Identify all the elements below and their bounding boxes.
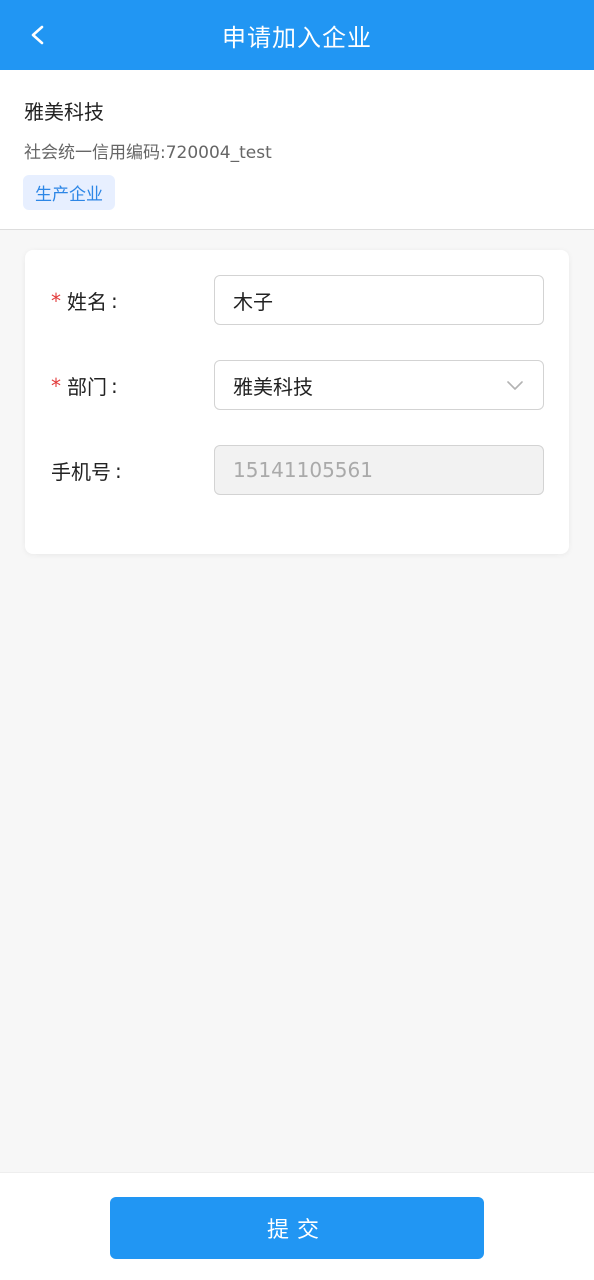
form-row-name: * 姓名 : 木子 (25, 275, 569, 325)
submit-button[interactable]: 提交 (110, 1197, 484, 1259)
label-colon: : (115, 458, 122, 483)
back-button[interactable] (18, 15, 58, 55)
page-title: 申请加入企业 (222, 23, 372, 52)
form-row-phone: 手机号 : 15141105561 (25, 445, 569, 495)
chevron-left-icon (31, 25, 44, 45)
name-label-text: 姓名 (67, 290, 107, 314)
company-name: 雅美科技 (24, 100, 104, 124)
bottom-action-bar: 提交 (0, 1172, 594, 1280)
label-colon: : (111, 373, 118, 398)
name-input-value: 木子 (233, 289, 273, 314)
company-info-card: 雅美科技 社会统一信用编码:720004_test 生产企业 (0, 70, 594, 230)
department-select-value: 雅美科技 (233, 374, 313, 399)
name-input[interactable]: 木子 (214, 275, 544, 325)
company-type-tag: 生产企业 (23, 175, 115, 210)
app-header: 申请加入企业 (0, 0, 594, 70)
label-colon: : (111, 288, 118, 313)
phone-label-text: 手机号 (51, 460, 111, 484)
name-label: * 姓名 : (51, 286, 118, 315)
phone-input: 15141105561 (214, 445, 544, 495)
department-label: * 部门 : (51, 371, 118, 400)
form-row-department: * 部门 : 雅美科技 (25, 360, 569, 410)
department-select[interactable]: 雅美科技 (214, 360, 544, 410)
required-mark: * (51, 373, 61, 398)
department-label-text: 部门 (67, 375, 107, 399)
required-mark: * (51, 288, 61, 313)
phone-input-value: 15141105561 (233, 458, 373, 482)
application-form: * 姓名 : 木子 * 部门 : 雅美科技 手机号 : 15141105561 (25, 250, 569, 554)
company-credit-code: 社会统一信用编码:720004_test (24, 143, 272, 163)
phone-label: 手机号 : (51, 456, 122, 485)
chevron-down-icon (507, 381, 523, 390)
